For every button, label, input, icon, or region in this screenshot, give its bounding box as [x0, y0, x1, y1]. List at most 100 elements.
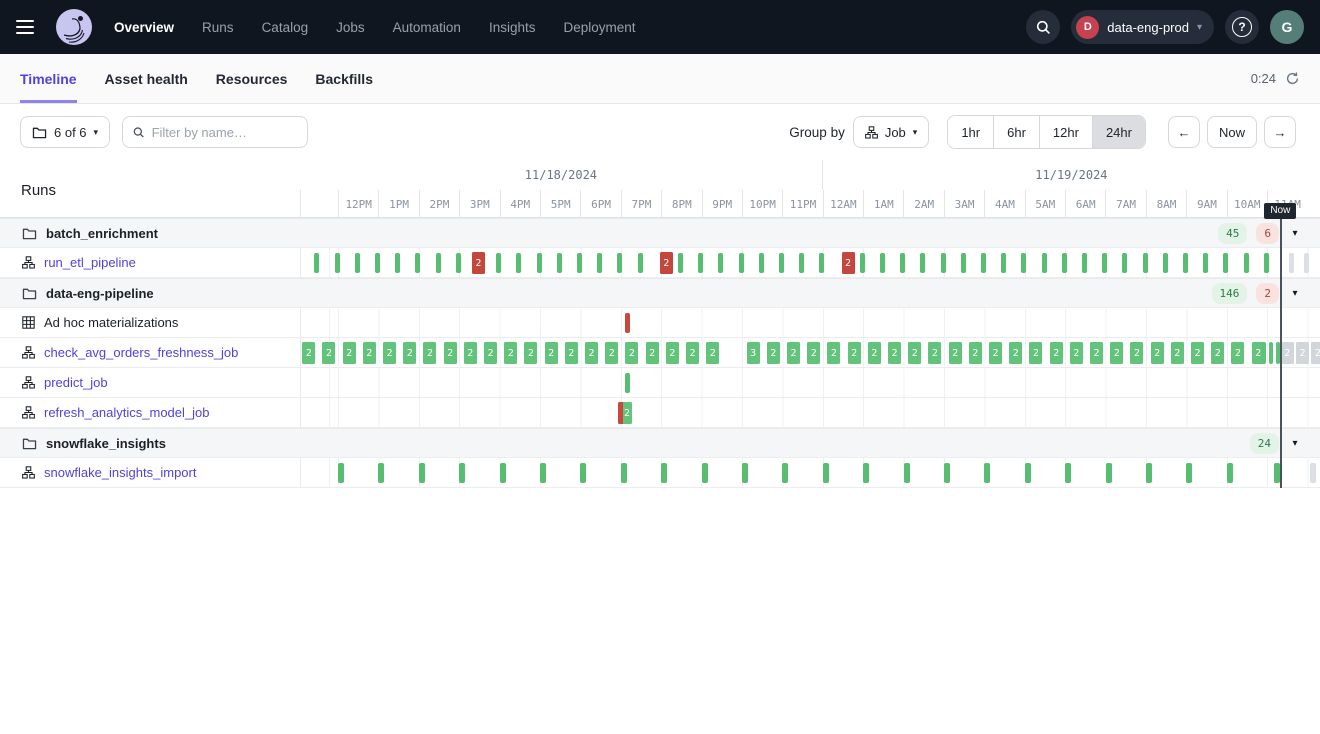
tab-timeline[interactable]: Timeline — [20, 54, 77, 103]
run-marker[interactable]: 2 — [343, 342, 356, 364]
run-marker[interactable] — [698, 253, 703, 273]
run-marker[interactable] — [904, 463, 910, 483]
run-marker[interactable]: 2 — [1211, 342, 1224, 364]
run-marker[interactable]: 2 — [706, 342, 719, 364]
run-marker[interactable]: 2 — [848, 342, 861, 364]
run-marker[interactable] — [597, 253, 602, 273]
run-marker[interactable] — [742, 463, 748, 483]
run-marker[interactable] — [335, 253, 340, 273]
run-marker[interactable]: 2 — [1296, 342, 1309, 364]
run-marker[interactable] — [1143, 253, 1148, 273]
run-marker[interactable] — [1274, 463, 1280, 483]
run-marker[interactable] — [961, 253, 966, 273]
run-marker[interactable] — [459, 463, 465, 483]
run-marker[interactable]: 2 — [868, 342, 881, 364]
run-marker[interactable]: 2 — [842, 252, 855, 274]
job-name-link[interactable]: refresh_analytics_model_job — [44, 405, 209, 420]
run-marker[interactable]: 2 — [1171, 342, 1184, 364]
run-marker[interactable] — [1065, 463, 1071, 483]
run-marker[interactable]: 2 — [322, 342, 335, 364]
range-12hr[interactable]: 12hr — [1039, 116, 1092, 148]
run-marker[interactable] — [496, 253, 501, 273]
run-marker[interactable] — [1264, 253, 1269, 273]
run-marker[interactable]: 2 — [1151, 342, 1164, 364]
run-marker[interactable] — [1042, 253, 1047, 273]
run-marker[interactable] — [456, 253, 461, 273]
run-marker[interactable] — [944, 463, 950, 483]
jump-to-now-button[interactable]: Now — [1207, 116, 1257, 148]
run-marker[interactable]: 2 — [666, 342, 679, 364]
run-marker[interactable] — [540, 463, 546, 483]
run-marker[interactable] — [779, 253, 784, 273]
run-marker[interactable] — [823, 463, 829, 483]
run-marker[interactable] — [1183, 253, 1188, 273]
nav-item-deployment[interactable]: Deployment — [563, 20, 635, 35]
refresh-icon[interactable] — [1285, 71, 1300, 86]
run-marker[interactable]: 2 — [444, 342, 457, 364]
run-marker[interactable] — [625, 373, 630, 393]
run-marker[interactable]: 2 — [363, 342, 376, 364]
run-marker[interactable] — [1262, 342, 1266, 364]
run-marker[interactable]: 2 — [625, 342, 638, 364]
run-marker[interactable]: 2 — [928, 342, 941, 364]
run-marker[interactable] — [863, 463, 869, 483]
run-marker[interactable]: 2 — [1281, 342, 1294, 364]
run-marker[interactable] — [661, 463, 667, 483]
run-marker[interactable]: 2 — [686, 342, 699, 364]
range-24hr[interactable]: 24hr — [1092, 116, 1145, 148]
hamburger-menu-icon[interactable] — [16, 14, 42, 40]
nav-item-automation[interactable]: Automation — [393, 20, 461, 35]
job-name-link[interactable]: check_avg_orders_freshness_job — [44, 345, 238, 360]
run-marker[interactable] — [338, 463, 344, 483]
name-filter-input[interactable] — [152, 125, 297, 140]
range-6hr[interactable]: 6hr — [993, 116, 1039, 148]
expand-collapse-button[interactable]: ▾ — [1288, 438, 1302, 449]
run-marker[interactable] — [1062, 253, 1067, 273]
run-marker[interactable] — [1227, 463, 1233, 483]
run-marker[interactable]: 2 — [969, 342, 982, 364]
run-marker[interactable] — [1310, 463, 1316, 483]
run-marker[interactable]: 2 — [618, 402, 632, 424]
nav-item-jobs[interactable]: Jobs — [336, 20, 365, 35]
run-marker[interactable] — [900, 253, 905, 273]
nav-item-insights[interactable]: Insights — [489, 20, 536, 35]
run-marker[interactable] — [415, 253, 420, 273]
run-marker[interactable]: 3 — [747, 342, 760, 364]
run-marker[interactable]: 2 — [1191, 342, 1204, 364]
run-marker[interactable]: 2 — [585, 342, 598, 364]
run-marker[interactable]: 2 — [989, 342, 1002, 364]
run-marker[interactable] — [718, 253, 723, 273]
run-marker[interactable] — [1021, 253, 1026, 273]
run-marker[interactable] — [1082, 253, 1087, 273]
range-1hr[interactable]: 1hr — [948, 116, 993, 148]
run-marker[interactable] — [860, 253, 865, 273]
run-marker[interactable] — [378, 463, 384, 483]
run-marker[interactable]: 2 — [949, 342, 962, 364]
expand-collapse-button[interactable]: ▾ — [1288, 228, 1302, 239]
run-marker[interactable] — [1223, 253, 1228, 273]
run-marker[interactable] — [577, 253, 582, 273]
run-marker[interactable] — [1163, 253, 1168, 273]
run-marker[interactable]: 2 — [1130, 342, 1143, 364]
deployment-switcher[interactable]: D data-eng-prod ▾ — [1071, 10, 1214, 44]
run-marker[interactable] — [981, 253, 986, 273]
search-icon[interactable] — [1026, 10, 1060, 44]
run-marker[interactable]: 2 — [1009, 342, 1022, 364]
run-marker[interactable] — [1203, 253, 1208, 273]
expand-collapse-button[interactable]: ▾ — [1288, 288, 1302, 299]
nav-item-runs[interactable]: Runs — [202, 20, 234, 35]
run-marker[interactable]: 2 — [767, 342, 780, 364]
run-marker[interactable] — [1146, 463, 1152, 483]
run-marker[interactable] — [1102, 253, 1107, 273]
run-marker[interactable] — [702, 463, 708, 483]
run-marker[interactable] — [419, 463, 425, 483]
run-marker[interactable] — [1001, 253, 1006, 273]
run-marker[interactable]: 2 — [646, 342, 659, 364]
run-marker[interactable] — [799, 253, 804, 273]
run-marker[interactable]: 2 — [807, 342, 820, 364]
page-forward-button[interactable]: → — [1264, 116, 1296, 148]
job-name-link[interactable]: predict_job — [44, 375, 108, 390]
run-marker[interactable] — [1106, 463, 1112, 483]
run-marker[interactable]: 2 — [1311, 342, 1320, 364]
group-by-dropdown[interactable]: Job ▾ — [853, 116, 930, 148]
